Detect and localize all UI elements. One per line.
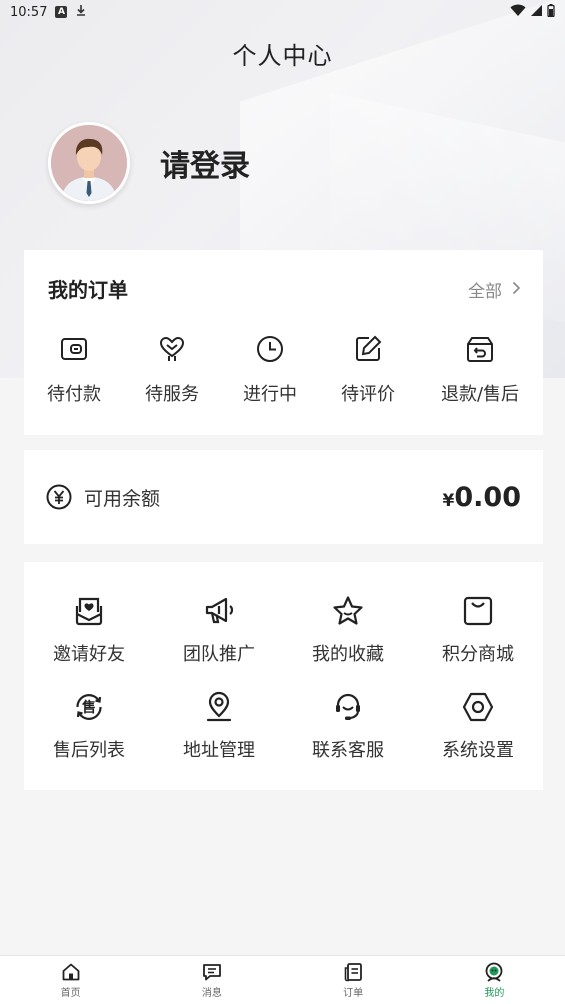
- a-icon: A: [55, 6, 68, 18]
- order-label: 待付款: [47, 384, 101, 405]
- refund-box-icon: [467, 337, 493, 362]
- tab-mine[interactable]: 我的: [424, 956, 565, 1004]
- yen-circle-icon: [46, 484, 72, 510]
- after-sales-glyph: 售: [81, 699, 96, 716]
- after-sales-icon: 售: [76, 694, 102, 720]
- profile-icon: [485, 962, 503, 982]
- tab-label: 订单: [343, 987, 364, 999]
- profile-section[interactable]: 请登录: [48, 122, 250, 204]
- tool-label: 联系客服: [312, 740, 384, 761]
- tab-orders[interactable]: 订单: [283, 956, 424, 1004]
- wallet-icon: [61, 338, 87, 360]
- clock-icon: [257, 336, 283, 362]
- order-label: 进行中: [243, 384, 297, 405]
- order-pending-payment[interactable]: 待付款: [24, 334, 124, 406]
- order-label: 待评价: [341, 384, 395, 405]
- heart-hand-icon: [159, 337, 185, 361]
- tab-label: 我的: [484, 987, 505, 999]
- tool-invite-friends[interactable]: 邀请好友: [24, 594, 154, 666]
- tool-my-favorites[interactable]: 我的收藏: [283, 594, 413, 666]
- order-pending-service[interactable]: 待服务: [122, 334, 222, 406]
- currency-symbol: ¥: [442, 490, 455, 511]
- chevron-right-icon: [512, 280, 521, 300]
- balance-value: 0.00: [454, 481, 521, 513]
- tool-label: 地址管理: [183, 740, 255, 761]
- tool-label: 积分商城: [442, 644, 514, 665]
- status-time: 10:57: [10, 4, 48, 20]
- tool-points-mall[interactable]: 积分商城: [413, 594, 543, 666]
- orders-all-link[interactable]: 全部: [468, 277, 521, 302]
- order-in-progress[interactable]: 进行中: [220, 334, 320, 406]
- tool-after-sales-list[interactable]: 售 售后列表: [24, 690, 154, 762]
- order-icon: [344, 962, 363, 981]
- wifi-icon: [510, 4, 526, 21]
- balance-label: 可用余额: [84, 487, 161, 510]
- avatar-icon[interactable]: [48, 122, 130, 204]
- tool-label: 邀请好友: [53, 644, 125, 665]
- shopping-bag-icon: [463, 596, 493, 626]
- tool-team-promotion[interactable]: 团队推广: [154, 594, 284, 666]
- order-refund-after-sales[interactable]: 退款/售后: [428, 334, 532, 406]
- balance-amount: ¥0.00: [443, 482, 521, 513]
- megaphone-icon: [205, 597, 234, 624]
- tool-label: 团队推广: [183, 644, 255, 665]
- tool-label: 系统设置: [442, 740, 514, 761]
- invite-envelope-icon: [75, 597, 103, 626]
- tool-system-settings[interactable]: 系统设置: [413, 690, 543, 762]
- home-icon: [62, 963, 80, 980]
- headset-icon: [336, 693, 360, 720]
- tools-card: 邀请好友 团队推广 我的收藏 积分商城 售 售后列表 地址管理 联系客服 系统设…: [24, 562, 543, 790]
- status-bar: 10:57 A: [0, 0, 565, 24]
- location-pin-icon: [206, 691, 232, 722]
- download-icon: [75, 4, 87, 20]
- signal-icon: [530, 4, 543, 21]
- order-label: 待服务: [145, 384, 199, 405]
- tool-label: 售后列表: [53, 740, 125, 761]
- tab-messages[interactable]: 消息: [141, 956, 282, 1004]
- bottom-tab-bar: 首页 消息 订单 我的: [0, 955, 565, 1004]
- tab-home[interactable]: 首页: [0, 956, 141, 1004]
- order-pending-review[interactable]: 待评价: [318, 334, 418, 406]
- tab-label: 消息: [201, 987, 222, 999]
- my-orders-card: 我的订单 全部 待付款 待服务 进行中 待评价 退款/售后: [24, 250, 543, 435]
- battery-icon: [547, 3, 555, 21]
- orders-title: 我的订单: [48, 278, 128, 302]
- tool-label: 我的收藏: [312, 644, 384, 665]
- tool-address-management[interactable]: 地址管理: [154, 690, 284, 762]
- hexagon-settings-icon: [462, 692, 494, 722]
- login-prompt[interactable]: 请登录: [160, 141, 250, 185]
- balance-card[interactable]: 可用余额 ¥0.00: [24, 450, 543, 544]
- orders-all-label: 全部: [468, 282, 502, 302]
- order-label: 退款/售后: [440, 384, 520, 405]
- tool-contact-support[interactable]: 联系客服: [283, 690, 413, 762]
- tab-label: 首页: [60, 987, 81, 999]
- page-title: 个人中心: [232, 42, 333, 70]
- message-icon: [202, 963, 221, 980]
- edit-icon: [356, 335, 382, 361]
- star-icon: [333, 596, 363, 625]
